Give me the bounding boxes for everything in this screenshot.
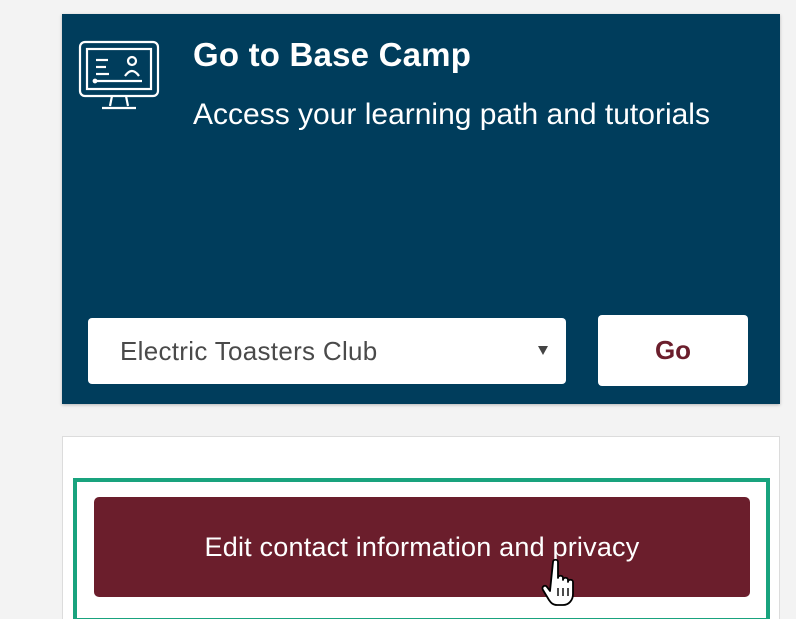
monitor-icon [78,40,160,110]
base-camp-subtitle: Access your learning path and tutorials [193,98,710,131]
go-button[interactable]: Go [598,315,748,386]
hand-cursor-icon [541,558,574,606]
edit-contact-button[interactable]: Edit contact information and privacy [94,497,750,597]
club-select-value: Electric Toasters Club [120,336,378,366]
page: Go to Base Camp Access your learning pat… [0,0,796,619]
base-camp-card: Go to Base Camp Access your learning pat… [62,14,780,404]
base-camp-title: Go to Base Camp [193,36,472,73]
dropdown-arrow-icon [538,346,548,355]
club-select[interactable]: Electric Toasters Club [88,318,566,384]
